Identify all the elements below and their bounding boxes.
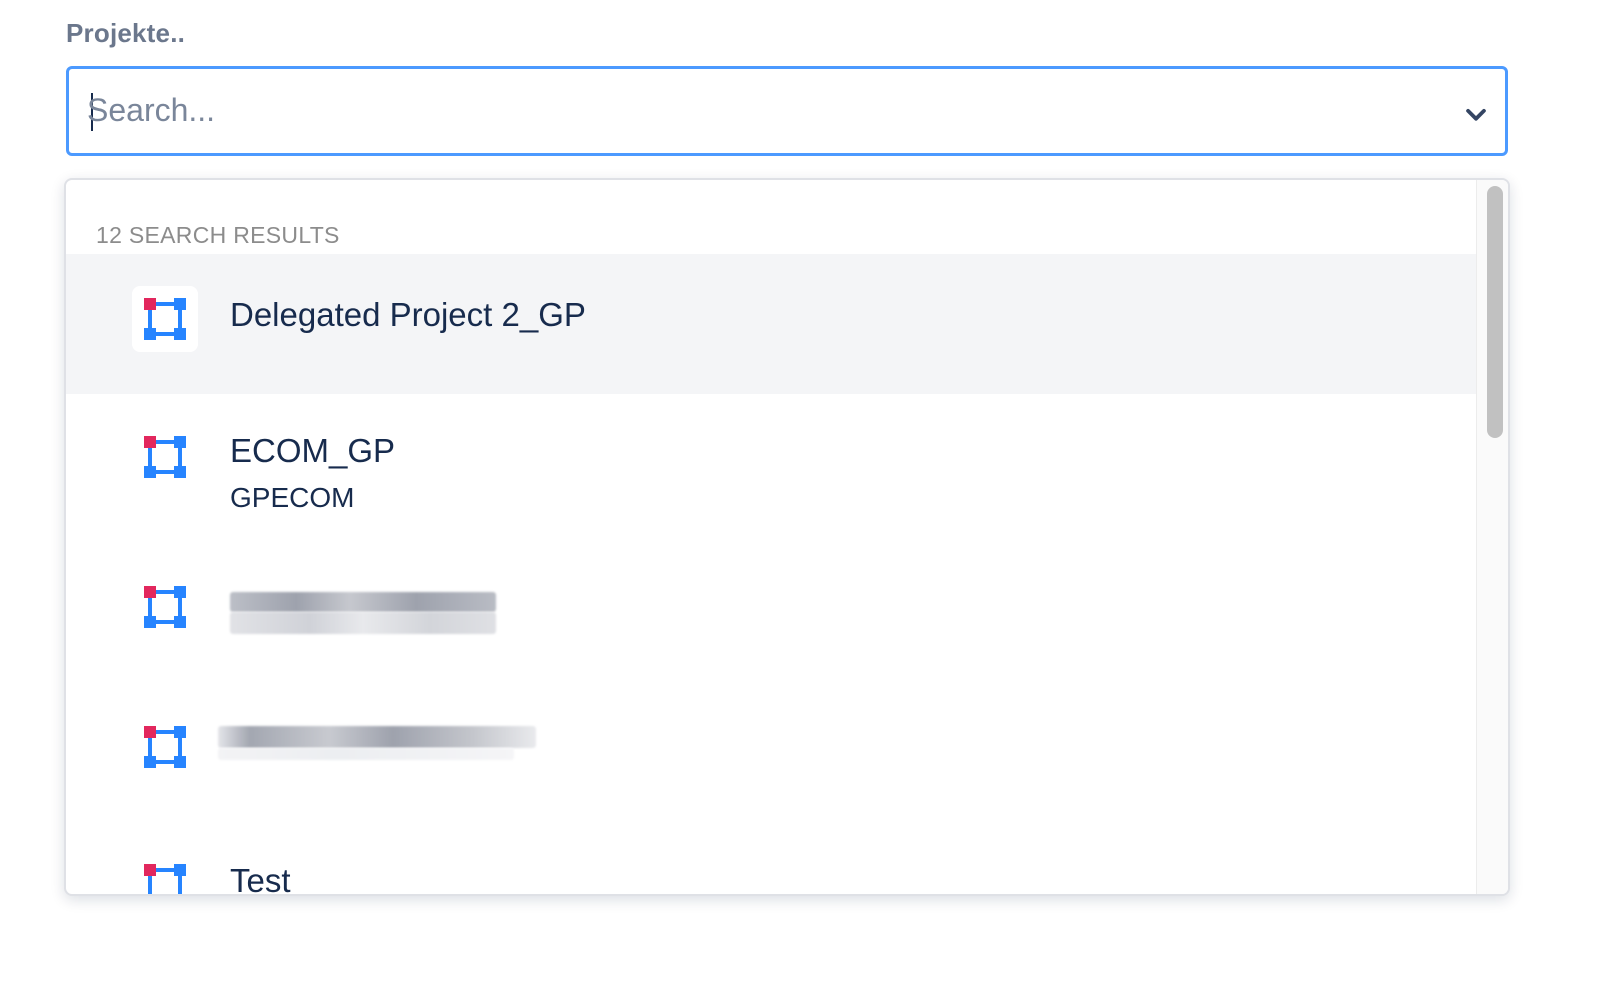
search-input[interactable] [87, 77, 1387, 143]
results-count-heading: 12 SEARCH RESULTS [96, 222, 340, 248]
redacted-subtitle [218, 748, 514, 760]
option-delegated-project-2-gp[interactable]: Delegated Project 2_GP [66, 254, 1476, 394]
option-ecom-gp[interactable]: ECOM_GP GPECOM [66, 394, 1476, 534]
project-icon [132, 852, 198, 894]
project-icon [132, 714, 198, 780]
option-title: Test [230, 862, 291, 896]
scrollbar[interactable] [1476, 180, 1508, 894]
chevron-down-icon[interactable] [1457, 95, 1495, 133]
redacted-title [230, 592, 496, 612]
option-test[interactable]: Test [66, 822, 1476, 896]
option-key: GPECOM [230, 482, 355, 513]
project-icon [132, 286, 198, 352]
project-select-control[interactable] [66, 66, 1508, 156]
option-title: ECOM_GP [230, 432, 396, 469]
results-menu: 12 SEARCH RESULTS Delegated Project 2_GP [64, 178, 1510, 896]
redacted-subtitle [230, 612, 496, 634]
redacted-title [218, 726, 536, 748]
option-redacted[interactable] [66, 542, 1476, 682]
scrollbar-thumb[interactable] [1487, 186, 1503, 438]
option-redacted[interactable] [66, 682, 1476, 822]
project-icon [132, 424, 198, 490]
field-label: Projekte.. [66, 18, 186, 48]
project-icon [132, 574, 198, 640]
option-title: Delegated Project 2_GP [230, 296, 586, 333]
